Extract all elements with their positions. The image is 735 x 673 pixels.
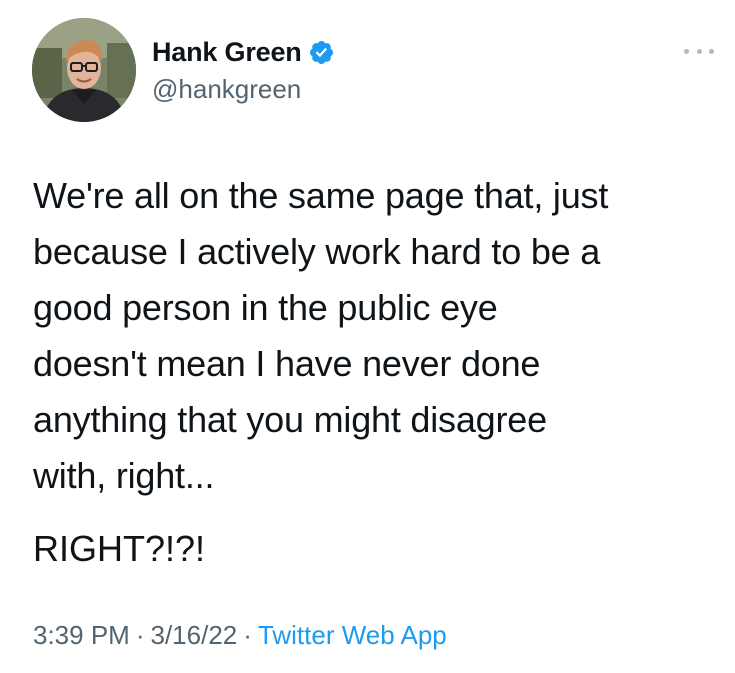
meta-separator: · [135,620,145,650]
avatar[interactable] [32,18,136,122]
tweet-meta: 3:39 PM · 3/16/22 · Twitter Web App [33,620,447,651]
more-dot-icon [709,48,714,54]
tweet-source-link[interactable]: Twitter Web App [258,620,447,650]
tweet-time[interactable]: 3:39 PM [33,620,130,650]
author-handle[interactable]: @hankgreen [152,74,301,105]
avatar-image [32,18,136,122]
author-name-row[interactable]: Hank Green [152,34,335,70]
tweet-text-second-paragraph: RIGHT?!?! [33,528,206,569]
tweet-text: We're all on the same page that, just be… [33,175,609,496]
meta-separator: · [243,620,252,650]
author-display-name[interactable]: Hank Green [152,37,302,68]
tweet-date[interactable]: 3/16/22 [151,620,238,650]
more-options-button[interactable] [684,46,714,56]
more-dot-icon [684,48,689,54]
more-dot-icon [696,48,702,54]
verified-badge-icon [308,39,335,66]
tweet-card: Hank Green @hankgreen We're all on the s… [0,0,735,673]
